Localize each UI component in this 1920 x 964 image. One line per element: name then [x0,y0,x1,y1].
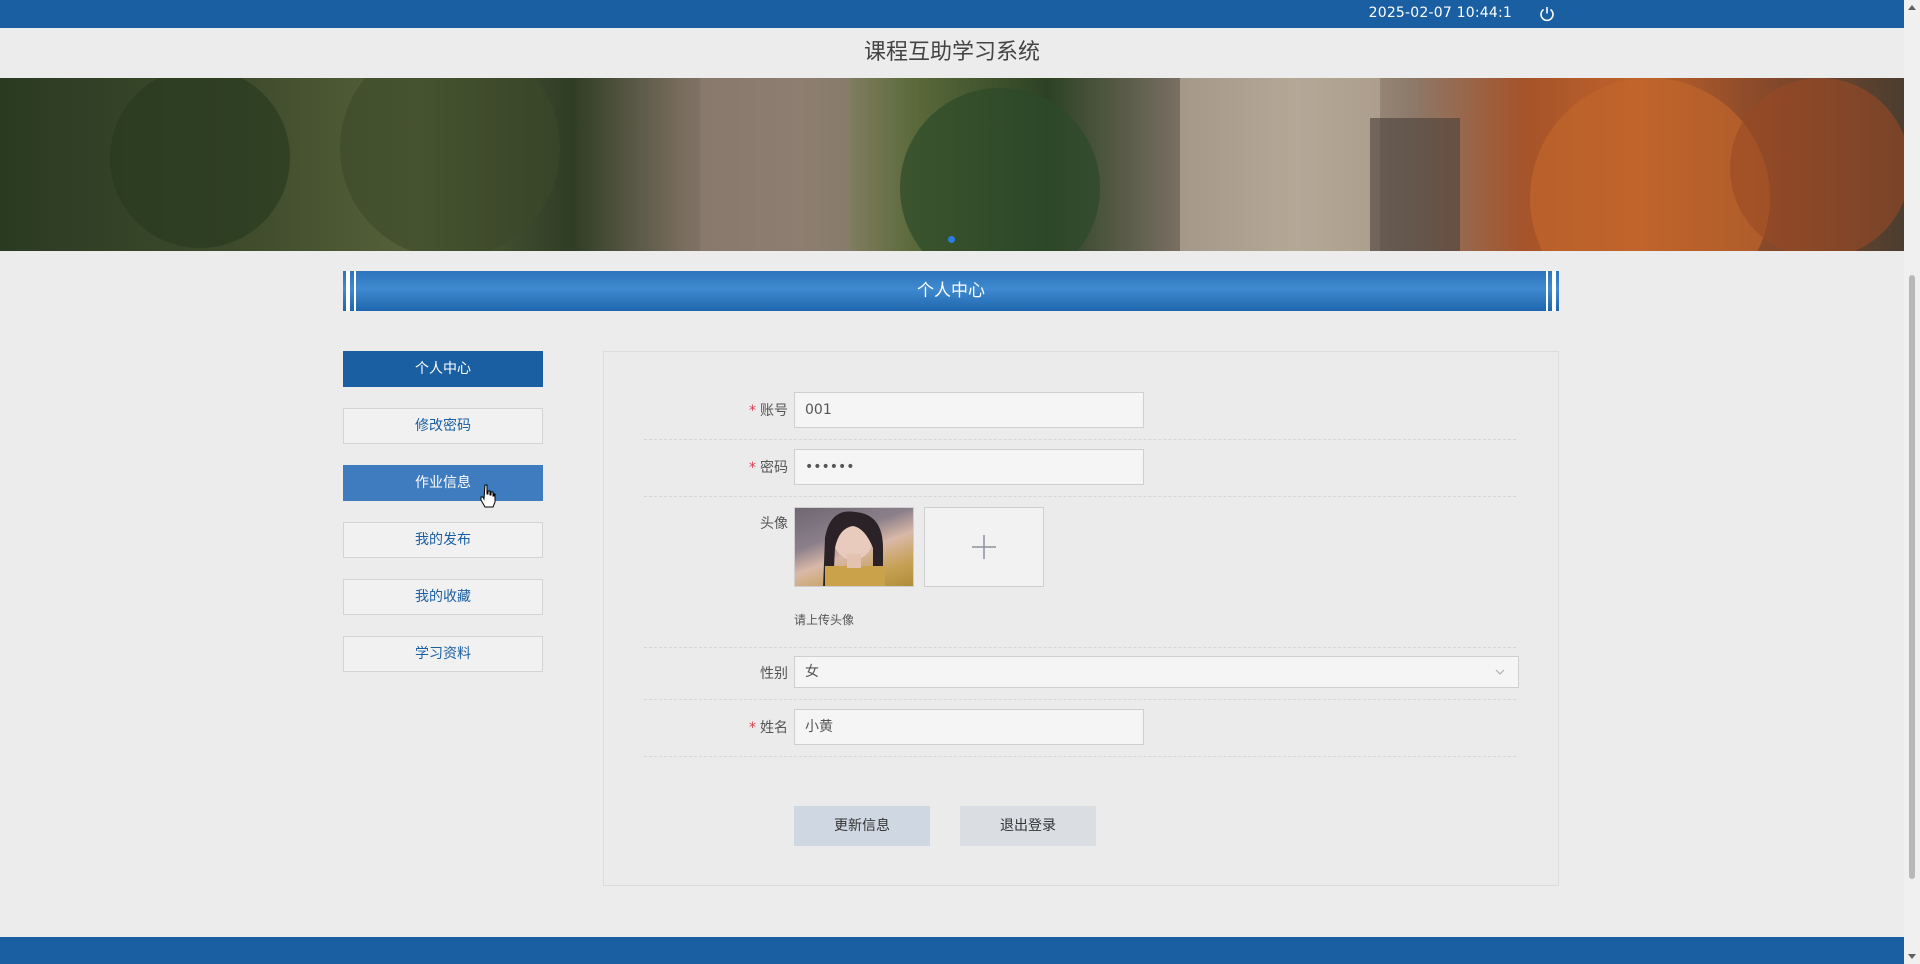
name-input[interactable]: 小黄 [794,709,1144,745]
sidebar-item-change-password[interactable]: 修改密码 [343,408,543,444]
page-title: 课程互助学习系统 [863,40,1040,65]
password-row: * 密码 •••••• [644,449,1516,497]
header-edge-left-thin [354,271,356,311]
carousel-dot[interactable] [948,236,955,243]
password-label: * 密码 [749,457,788,477]
header-edge-left [346,271,350,311]
password-label-text: 密码 [760,460,788,476]
scroll-up-arrow-icon[interactable] [1906,2,1918,14]
scroll-down-arrow-icon[interactable] [1906,950,1918,962]
sidebar-item-my-favorites[interactable]: 我的收藏 [343,579,543,615]
password-input[interactable]: •••••• [794,449,1144,485]
avatar-hint: 请上传头像 [794,613,855,627]
header-edge-right-thin [1546,271,1548,311]
account-row: * 账号 001 [644,392,1516,440]
gender-value: 女 [805,664,819,680]
gender-row: 性别 女 [644,656,1519,700]
avatar-row: 头像 请上传头像 [644,507,1516,648]
sidebar-item-study-materials[interactable]: 学习资料 [343,636,543,672]
account-input[interactable]: 001 [794,392,1144,428]
account-label: * 账号 [749,400,788,420]
update-info-button[interactable]: 更新信息 [794,806,930,846]
datetime-display: 2025-02-07 10:44:1 [1368,5,1512,21]
avatar-label: 头像 [760,516,788,532]
avatar-upload-button[interactable] [924,507,1044,587]
sidebar-item-homework-info[interactable]: 作业信息 [343,465,543,501]
footer-bar [0,937,1904,964]
scrollbar-thumb[interactable] [1909,275,1915,879]
section-title: 个人中心 [917,281,985,301]
gender-select[interactable]: 女 [794,656,1519,688]
gender-label: 性别 [760,666,788,682]
account-label-text: 账号 [760,403,788,419]
name-row: * 姓名 小黄 [644,709,1516,757]
name-label-text: 姓名 [760,720,788,736]
sidebar-item-my-posts[interactable]: 我的发布 [343,522,543,558]
chevron-down-icon [1495,669,1505,675]
required-mark: * [749,460,756,476]
avatar-image[interactable] [794,507,914,587]
top-bar: 2025-02-07 10:44:1 [0,0,1904,28]
name-label: * 姓名 [749,717,788,737]
required-mark: * [749,403,756,419]
plus-icon [972,535,996,559]
avatar-portrait [823,511,885,586]
banner-scenery [110,78,1904,251]
required-mark: * [749,720,756,736]
hand-cursor-icon [480,484,496,508]
sidebar-item-personal-center[interactable]: 个人中心 [343,351,543,387]
power-icon[interactable] [1538,5,1556,23]
sidebar-menu: 个人中心 修改密码 作业信息 我的发布 我的收藏 学习资料 [343,351,543,693]
logout-button[interactable]: 退出登录 [960,806,1096,846]
section-header: 个人中心 [343,271,1559,311]
banner-image [0,78,1904,251]
header-edge-right [1552,271,1556,311]
